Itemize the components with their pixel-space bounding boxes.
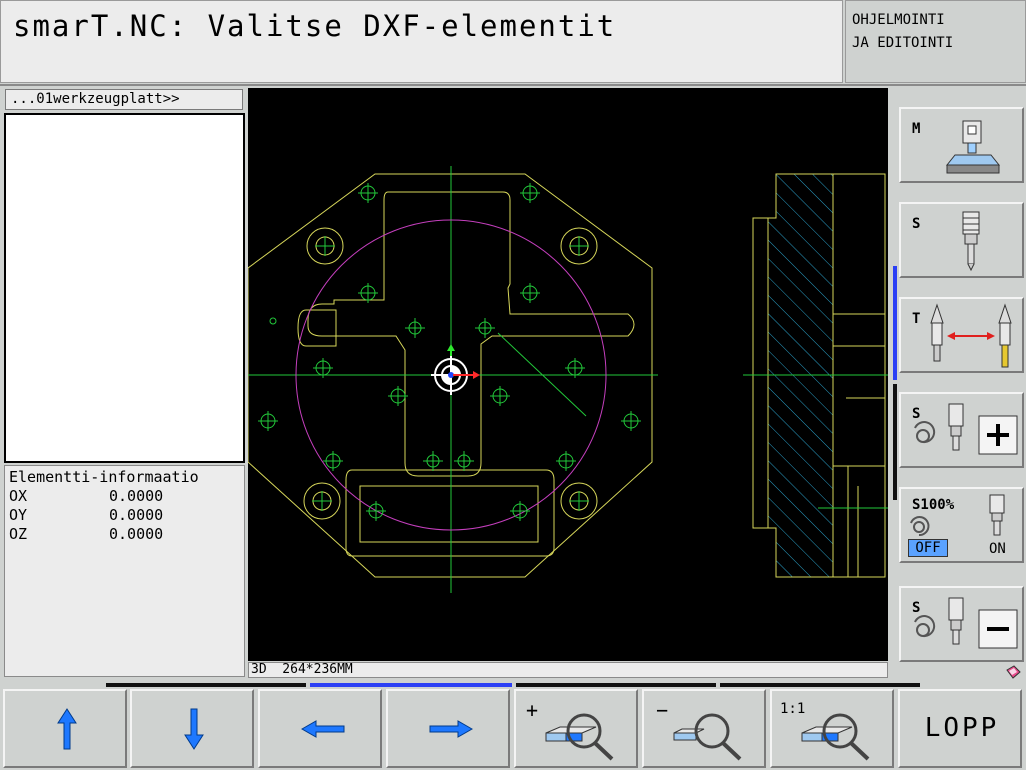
zoom-1to1-softkey[interactable]: 1:1 [770, 689, 894, 768]
tool-change-button[interactable]: T [899, 297, 1024, 373]
info-row-ox: OX 0.0000 [9, 487, 163, 505]
canvas-status-bar: 3D 264*236MM [248, 662, 888, 678]
softkey-page-indicator [720, 683, 920, 687]
pocket-outline[interactable] [307, 191, 635, 477]
info-label: OX [9, 487, 28, 505]
element-info-panel: Elementti-informaatio OX 0.0000 OY 0.0000 … [4, 465, 245, 677]
section-view[interactable] [743, 173, 888, 578]
toggle-on-option[interactable]: ON [989, 541, 1006, 557]
cursor-up-softkey[interactable] [3, 689, 127, 768]
spindle-override-minus-button[interactable]: S [899, 586, 1024, 662]
spindle-minus-icon [914, 597, 1018, 649]
arrow-down-icon [184, 708, 204, 750]
zoom-in-softkey[interactable]: + [514, 689, 638, 768]
lower-slot[interactable] [345, 469, 555, 557]
title-bar: smarT.NC: Valitse DXF-elementit [0, 0, 843, 83]
arrow-up-icon [57, 708, 77, 750]
spindle-button[interactable]: S [899, 202, 1024, 278]
cursor-right-softkey[interactable] [386, 689, 510, 768]
button-label: T [912, 311, 921, 327]
button-label: S [912, 216, 921, 232]
mode-label-line2: JA EDITOINTI [852, 35, 954, 51]
arrow-right-icon [429, 720, 474, 738]
zoom-out-softkey[interactable]: − [642, 689, 766, 768]
machine-table-icon [945, 120, 1001, 174]
zoom-out-icon: − [656, 698, 742, 761]
end-softkey-label: LOPP [924, 713, 1000, 743]
element-info-title: Elementti-informaatio [9, 468, 199, 486]
info-value: 0.0000 [109, 525, 164, 543]
button-label: M [912, 121, 921, 137]
button-label: S100% [912, 497, 955, 513]
softkey-page-indicator-active [310, 683, 512, 687]
softkey-page-indicator [106, 683, 306, 687]
spindle-override-plus-button[interactable]: S [899, 392, 1024, 468]
info-label: OZ [9, 525, 28, 543]
spindle-plus-icon [914, 403, 1018, 455]
element-preview-box [4, 113, 245, 463]
softkey-page-indicator [516, 683, 716, 687]
arrow-left-icon [300, 720, 345, 738]
rotation-icon [910, 516, 930, 537]
spindle-icon [962, 211, 980, 272]
info-value: 0.0000 [109, 487, 164, 505]
zoom-in-sign: + [526, 698, 538, 722]
cursor-down-softkey[interactable] [130, 689, 254, 768]
end-softkey[interactable]: LOPP [898, 689, 1022, 768]
operating-mode-box: OHJELMOINTI JA EDITOINTI [845, 0, 1026, 83]
toggle-off-option[interactable]: OFF [908, 539, 948, 557]
zoom-reset-icon: 1:1 [780, 701, 870, 761]
diskette-icon [1006, 665, 1021, 679]
info-row-oz: OZ 0.0000 [9, 525, 163, 543]
scrollbar-thumb[interactable] [893, 266, 897, 380]
origin-marker[interactable] [431, 344, 480, 395]
dxf-drawing-canvas[interactable] [248, 88, 888, 661]
divider [0, 84, 1026, 86]
zoom-in-icon: + [526, 698, 614, 761]
zoom-1to1-label: 1:1 [780, 701, 805, 717]
tool-change-icon [930, 303, 1012, 368]
info-label: OY [9, 506, 28, 524]
scrollbar-track[interactable] [893, 384, 897, 500]
page-title: smarT.NC: Valitse DXF-elementit [13, 9, 617, 43]
machine-mode-button[interactable]: M [899, 107, 1024, 183]
file-name-tab[interactable]: ...01werkzeugplatt>> [5, 89, 243, 110]
cursor-left-softkey[interactable] [258, 689, 382, 768]
dxf-drawing[interactable] [248, 88, 888, 661]
mode-label-line1: OHJELMOINTI [852, 12, 945, 28]
info-row-oy: OY 0.0000 [9, 506, 163, 524]
small-holes[interactable] [260, 185, 639, 519]
spindle-icon [989, 494, 1005, 536]
info-value: 0.0000 [109, 506, 164, 524]
spindle-100-toggle-button[interactable]: S100% OFF ON [899, 487, 1024, 563]
zoom-out-sign: − [656, 698, 668, 722]
